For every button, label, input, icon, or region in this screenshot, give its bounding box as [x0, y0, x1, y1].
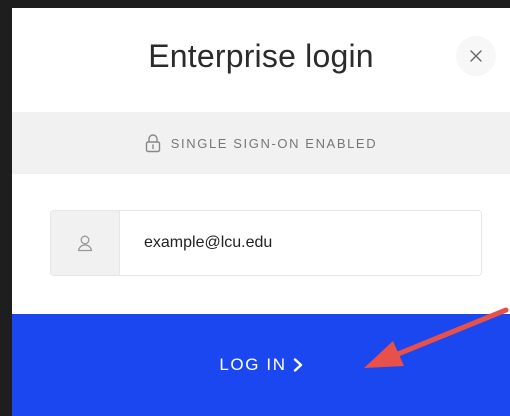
user-icon [77, 235, 93, 252]
email-icon-box [51, 211, 120, 275]
login-form [12, 174, 510, 314]
sso-text: SINGLE SIGN-ON ENABLED [170, 135, 378, 151]
close-icon [470, 50, 482, 62]
close-button[interactable] [456, 36, 496, 76]
email-input[interactable] [120, 211, 481, 275]
email-field-group [50, 210, 482, 276]
enterprise-login-dialog: Enterprise login SINGLE SIGN-ON ENABLED [12, 8, 510, 416]
login-button[interactable]: LOG IN [12, 314, 510, 416]
sso-banner: SINGLE SIGN-ON ENABLED [12, 112, 510, 174]
login-button-label: LOG IN [219, 355, 287, 374]
dialog-header: Enterprise login [12, 8, 510, 104]
chevron-right-icon [293, 358, 302, 372]
dialog-title: Enterprise login [148, 38, 374, 74]
lock-icon [145, 134, 160, 153]
screen: Enterprise login SINGLE SIGN-ON ENABLED [0, 0, 510, 416]
